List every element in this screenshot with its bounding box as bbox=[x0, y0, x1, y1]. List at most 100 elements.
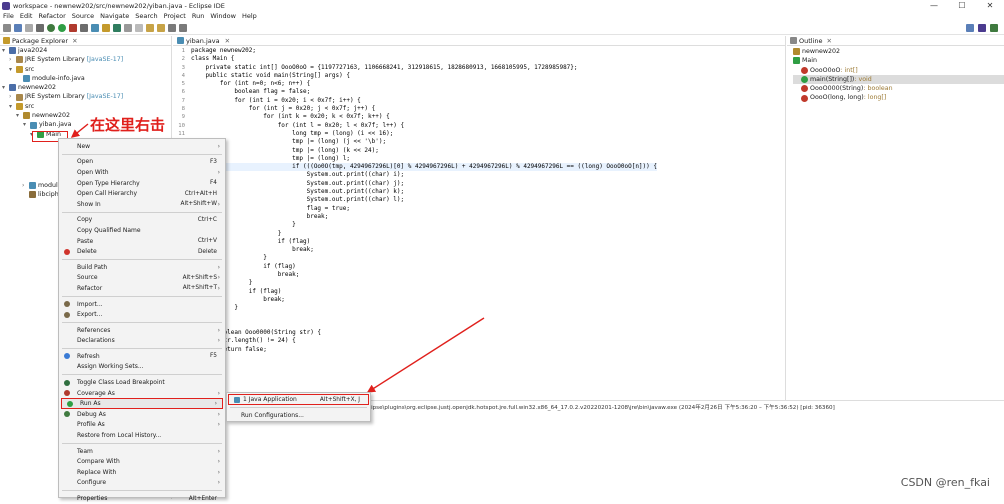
menu-item-source[interactable]: Source Alt+Shift+S › bbox=[59, 273, 225, 284]
menu-item-build-path[interactable]: Build Path › bbox=[59, 262, 225, 273]
new-java-project-icon[interactable] bbox=[91, 23, 99, 32]
menu-item-export[interactable]: Export... bbox=[59, 309, 225, 320]
outline-item[interactable]: newnew202 bbox=[793, 47, 1004, 56]
close-view-icon[interactable]: ✕ bbox=[827, 37, 832, 45]
save-icon[interactable] bbox=[14, 23, 22, 32]
menu-item-team[interactable]: Team › bbox=[59, 446, 225, 457]
menu-item-references[interactable]: References › bbox=[59, 325, 225, 336]
menu-item-debug-as[interactable]: Debug As › bbox=[59, 409, 225, 420]
menu-file[interactable]: File bbox=[3, 12, 14, 20]
menu-item-refactor[interactable]: Refactor Alt+Shift+T › bbox=[59, 283, 225, 294]
menu-item-compare-with[interactable]: Compare With › bbox=[59, 456, 225, 467]
outline-item[interactable]: Main bbox=[793, 56, 1004, 65]
twisty-icon[interactable]: › bbox=[9, 92, 16, 101]
external-tools-icon[interactable] bbox=[80, 23, 88, 32]
twisty-icon[interactable]: › bbox=[9, 55, 16, 64]
coverage-icon[interactable] bbox=[69, 23, 77, 32]
outline-item[interactable]: OooO0oO : int[] bbox=[793, 66, 1004, 75]
code-line: for (int n=0; n<6; n++) { bbox=[191, 80, 311, 88]
menu-item-declarations[interactable]: Declarations › bbox=[59, 336, 225, 347]
outline-tree: newnew202 Main OooO0oO : int[] main(String[… bbox=[787, 46, 1004, 103]
tree-item[interactable]: ▾ src bbox=[2, 65, 171, 74]
line-number: 6 bbox=[181, 89, 185, 96]
twisty-icon[interactable]: ▾ bbox=[16, 111, 23, 120]
menu-item-assign-working-sets[interactable]: Assign Working Sets... bbox=[59, 362, 225, 373]
submenu-arrow-icon: › bbox=[217, 142, 220, 150]
menu-item-open-type-hierarchy[interactable]: Open Type Hierarchy F4 bbox=[59, 178, 225, 189]
tree-item[interactable]: module-info.java bbox=[2, 74, 171, 83]
twisty-icon[interactable]: ▾ bbox=[23, 120, 30, 129]
menu-item-open[interactable]: Open F3 bbox=[59, 157, 225, 168]
search-icon[interactable] bbox=[135, 23, 143, 32]
menu-item-copy-qualified-name[interactable]: Copy Qualified Name bbox=[59, 225, 225, 236]
menu-item-paste[interactable]: Paste Ctrl+V bbox=[59, 236, 225, 247]
print-icon[interactable] bbox=[36, 23, 44, 32]
twisty-icon[interactable]: ▾ bbox=[2, 83, 9, 92]
open-type-icon[interactable] bbox=[124, 23, 132, 32]
new-package-icon[interactable] bbox=[102, 23, 110, 32]
new-class-icon[interactable] bbox=[113, 23, 121, 32]
menu-refactor[interactable]: Refactor bbox=[38, 12, 65, 20]
menu-navigate[interactable]: Navigate bbox=[100, 12, 129, 20]
menu-item-coverage-as[interactable]: Coverage As › bbox=[59, 388, 225, 399]
close-tab-icon[interactable]: ✕ bbox=[225, 37, 230, 45]
outline-item-detail: : void bbox=[854, 75, 872, 83]
tree-item[interactable]: › JRE System Library [JavaSE-17] bbox=[2, 92, 171, 101]
menu-item-refresh[interactable]: Refresh F5 bbox=[59, 351, 225, 362]
menu-item-label: Run As bbox=[80, 400, 101, 408]
code-line: boolean flag = false; bbox=[191, 88, 311, 96]
menu-item-configure[interactable]: Configure › bbox=[59, 478, 225, 489]
outline-item[interactable]: OooO000(String) : boolean bbox=[793, 84, 1004, 93]
menu-item-java-application[interactable]: 1 Java Application Alt+Shift+X, J bbox=[228, 394, 369, 405]
menu-item-replace-with[interactable]: Replace With › bbox=[59, 467, 225, 478]
menu-item-new[interactable]: New › bbox=[59, 141, 225, 152]
code-area[interactable]: package newnew202; class Main { private s… bbox=[191, 47, 657, 354]
debug-perspective-icon[interactable] bbox=[990, 23, 998, 32]
menu-item-import[interactable]: Import... bbox=[59, 299, 225, 310]
debug-icon[interactable] bbox=[47, 23, 55, 32]
save-all-icon[interactable] bbox=[25, 23, 33, 32]
menu-edit[interactable]: Edit bbox=[20, 12, 33, 20]
close-button[interactable]: ✕ bbox=[976, 0, 1004, 11]
tree-item[interactable]: › JRE System Library [JavaSE-17] bbox=[2, 55, 171, 64]
menu-item-profile-as[interactable]: Profile As › bbox=[59, 420, 225, 431]
tree-item[interactable]: ▾ src bbox=[2, 102, 171, 111]
menu-run[interactable]: Run bbox=[192, 12, 204, 20]
menu-item-copy[interactable]: Copy Ctrl+C bbox=[59, 215, 225, 226]
submenu-arrow-icon: › bbox=[214, 400, 217, 408]
menu-window[interactable]: Window bbox=[210, 12, 236, 20]
code-line: long tmp = (long) (i << 16); bbox=[191, 129, 394, 137]
close-view-icon[interactable]: ✕ bbox=[72, 37, 77, 45]
menu-source[interactable]: Source bbox=[72, 12, 94, 20]
forward-icon[interactable] bbox=[179, 23, 187, 32]
menu-item-delete[interactable]: Delete Delete bbox=[59, 246, 225, 257]
annotation-next-icon[interactable] bbox=[146, 23, 154, 32]
package-explorer-title: Package Explorer bbox=[12, 36, 69, 45]
outline-item[interactable]: OooO(long, long) : long[] bbox=[793, 93, 1004, 102]
minimize-button[interactable]: — bbox=[920, 0, 948, 11]
twisty-icon[interactable]: ▾ bbox=[9, 65, 16, 74]
maximize-button[interactable]: ☐ bbox=[948, 0, 976, 11]
back-icon[interactable] bbox=[168, 23, 176, 32]
menu-search[interactable]: Search bbox=[135, 12, 157, 20]
menu-item-show-in[interactable]: Show In Alt+Shift+W › bbox=[59, 199, 225, 210]
outline-item[interactable]: main(String[]) : void bbox=[793, 74, 1004, 85]
menu-item-toggle-class-load-breakpoint[interactable]: Toggle Class Load Breakpoint bbox=[59, 377, 225, 388]
editor-tab[interactable]: yiban.java ✕ bbox=[173, 36, 785, 46]
new-icon[interactable] bbox=[3, 23, 11, 32]
menu-item-open-with[interactable]: Open With › bbox=[59, 167, 225, 178]
tree-item[interactable]: ▾ newnew202 bbox=[2, 83, 171, 92]
run-icon[interactable] bbox=[58, 23, 66, 32]
java-perspective-icon[interactable] bbox=[978, 23, 986, 32]
menu-help[interactable]: Help bbox=[242, 12, 257, 20]
annotation-prev-icon[interactable] bbox=[157, 23, 165, 32]
twisty-icon[interactable]: ▾ bbox=[9, 102, 16, 111]
tree-item[interactable]: ▾ java2024 bbox=[2, 46, 171, 55]
twisty-icon[interactable]: ▾ bbox=[2, 46, 9, 55]
menu-item-run-as[interactable]: Run As › bbox=[61, 398, 223, 410]
menu-item-restore-from-local-history[interactable]: Restore from Local History... bbox=[59, 430, 225, 441]
menu-project[interactable]: Project bbox=[164, 12, 186, 20]
perspective-icon[interactable] bbox=[966, 23, 974, 32]
menu-item-open-call-hierarchy[interactable]: Open Call Hierarchy Ctrl+Alt+H bbox=[59, 188, 225, 199]
menu-item-run-configurations[interactable]: Run Configurations... bbox=[227, 410, 370, 421]
